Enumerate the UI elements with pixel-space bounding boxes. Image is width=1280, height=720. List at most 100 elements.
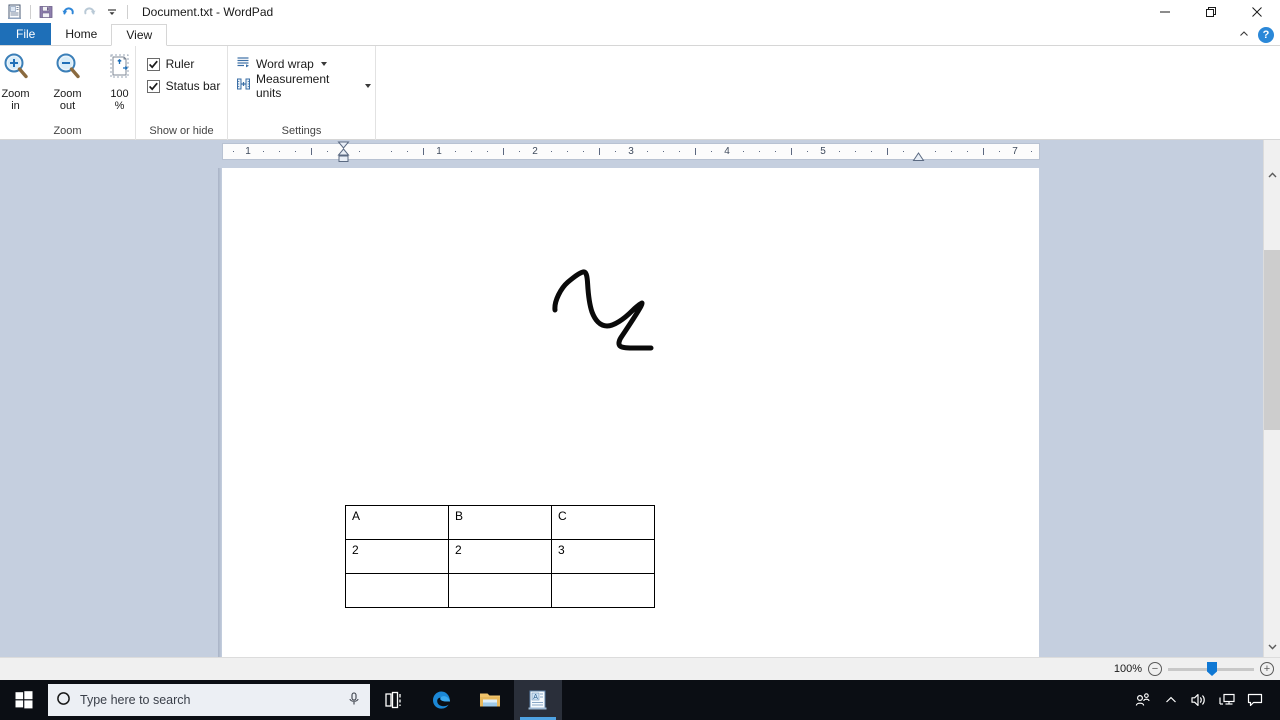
checkbox-checked-icon: [146, 79, 160, 93]
document-page[interactable]: A B C 2 2 3: [222, 168, 1039, 657]
scrollbar-thumb[interactable]: [1264, 250, 1280, 430]
ruler-checkbox[interactable]: Ruler: [143, 53, 199, 75]
undo-icon[interactable]: [57, 1, 79, 23]
zoom-slider[interactable]: [1168, 662, 1254, 676]
zoom-level-label: 100%: [1113, 663, 1142, 675]
show-hidden-icons-icon[interactable]: [1158, 680, 1184, 720]
ruler-checkbox-label: Ruler: [165, 57, 195, 71]
table-cell[interactable]: B: [448, 505, 552, 540]
ribbon-group-zoom: Zoom in Zoom out 100 % Zoom: [0, 46, 136, 140]
task-view-icon[interactable]: [370, 680, 418, 720]
ruler-number: 4: [724, 146, 730, 157]
table-cell[interactable]: 3: [551, 539, 655, 574]
ruler-number: 2: [532, 146, 538, 157]
network-icon[interactable]: [1214, 680, 1240, 720]
ribbon-filler: [376, 46, 1280, 139]
measurement-units-menu[interactable]: Measurement units: [232, 72, 375, 100]
restore-button[interactable]: [1188, 0, 1234, 24]
scrollbar-track[interactable]: [1264, 184, 1280, 638]
zoom-slider-thumb[interactable]: [1207, 662, 1217, 676]
file-explorer-icon[interactable]: [466, 680, 514, 720]
window-controls: [1142, 0, 1280, 24]
magnifier-minus-icon: [52, 51, 84, 86]
qat-separator-1: [30, 5, 31, 19]
save-icon[interactable]: [35, 1, 57, 23]
zoom-in-button[interactable]: +: [1260, 662, 1274, 676]
taskbar: Type here to search A: [0, 680, 1280, 720]
wordpad-taskbar-icon[interactable]: A: [514, 680, 562, 720]
collapse-ribbon-icon[interactable]: [1238, 28, 1250, 43]
wordpad-window: Document.txt - WordPad File Home View ? …: [0, 0, 1280, 720]
vertical-scrollbar[interactable]: [1263, 140, 1280, 657]
ribbon: Zoom in Zoom out 100 % Zoom Ruler Status…: [0, 46, 1280, 140]
table-cell[interactable]: [345, 573, 449, 608]
wordpad-icon[interactable]: [4, 1, 26, 23]
zoom-100-label-2: %: [114, 100, 125, 112]
ruler-number: 1: [436, 146, 442, 157]
redo-icon[interactable]: [79, 1, 101, 23]
zoom-in-label-2: in: [11, 100, 20, 112]
search-input[interactable]: Type here to search: [48, 684, 370, 716]
document-table[interactable]: A B C 2 2 3: [345, 505, 655, 608]
chevron-down-icon: [365, 84, 371, 88]
tab-file[interactable]: File: [0, 23, 52, 45]
ribbon-right-controls: ?: [1238, 24, 1274, 46]
zoom-out-button[interactable]: Zoom out: [42, 46, 94, 112]
status-bar-checkbox-label: Status bar: [165, 79, 221, 93]
table-cell[interactable]: C: [551, 505, 655, 540]
ribbon-group-label-settings: Settings: [281, 125, 322, 137]
status-bar-checkbox[interactable]: Status bar: [143, 75, 225, 97]
scroll-down-arrow-icon[interactable]: [1264, 638, 1280, 655]
tab-home[interactable]: Home: [51, 23, 112, 45]
ruler-number: 7: [1012, 146, 1018, 157]
volume-icon[interactable]: [1186, 680, 1212, 720]
zoom-100-label-1: 100: [110, 88, 129, 100]
action-center-icon[interactable]: [1242, 680, 1268, 720]
magnifier-plus-icon: [0, 51, 32, 86]
search-placeholder: Type here to search: [80, 693, 191, 707]
table-cell[interactable]: [551, 573, 655, 608]
table-row[interactable]: 2 2 3: [345, 539, 655, 574]
scroll-up-arrow-icon[interactable]: [1264, 167, 1280, 184]
table-row[interactable]: A B C: [345, 505, 655, 540]
qat-separator-2: [127, 5, 128, 19]
zoom-out-label-1: Zoom: [53, 88, 82, 100]
quick-access-toolbar: [0, 0, 132, 24]
people-icon[interactable]: [1130, 680, 1156, 720]
zoom-out-button[interactable]: −: [1148, 662, 1162, 676]
ruler-band: 1 1 2 3 4 5 7: [0, 140, 1263, 163]
window-title: Document.txt - WordPad: [142, 5, 274, 19]
ruler-number: 5: [820, 146, 826, 157]
search-icon: [56, 691, 72, 710]
ribbon-group-label-show-or-hide: Show or hide: [149, 125, 214, 137]
page-100-icon: [104, 51, 136, 86]
freehand-scribble: [552, 269, 654, 351]
title-bar: Document.txt - WordPad: [0, 0, 1280, 24]
system-tray: [1130, 680, 1280, 720]
checkbox-checked-icon: [146, 57, 160, 71]
table-cell[interactable]: [448, 573, 552, 608]
zoom-in-label-1: Zoom: [1, 88, 30, 100]
ruler-number: 1: [245, 146, 251, 157]
table-row[interactable]: [345, 573, 655, 608]
start-button[interactable]: [0, 680, 48, 720]
measurement-units-label: Measurement units: [256, 72, 330, 100]
left-indent-marker[interactable]: [337, 140, 350, 163]
status-bar: 100% − +: [0, 657, 1280, 680]
close-button[interactable]: [1234, 0, 1280, 24]
microsoft-edge-icon[interactable]: [418, 680, 466, 720]
show-desktop-button[interactable]: [1270, 680, 1276, 720]
tab-view[interactable]: View: [111, 24, 168, 46]
ribbon-tabs: File Home View: [0, 23, 1280, 46]
customize-quick-access-icon[interactable]: [101, 1, 123, 23]
minimize-button[interactable]: [1142, 0, 1188, 24]
microphone-icon[interactable]: [346, 691, 362, 710]
table-cell[interactable]: 2: [345, 539, 449, 574]
table-cell[interactable]: A: [345, 505, 449, 540]
table-cell[interactable]: 2: [448, 539, 552, 574]
help-icon[interactable]: ?: [1258, 27, 1274, 43]
right-indent-marker[interactable]: [912, 151, 925, 161]
zoom-in-button[interactable]: Zoom in: [0, 46, 42, 112]
document-workspace: 1 1 2 3 4 5 7 A B C 2 2 3: [0, 140, 1280, 657]
ribbon-group-settings: Word wrap Measurement units Settings: [228, 46, 376, 140]
